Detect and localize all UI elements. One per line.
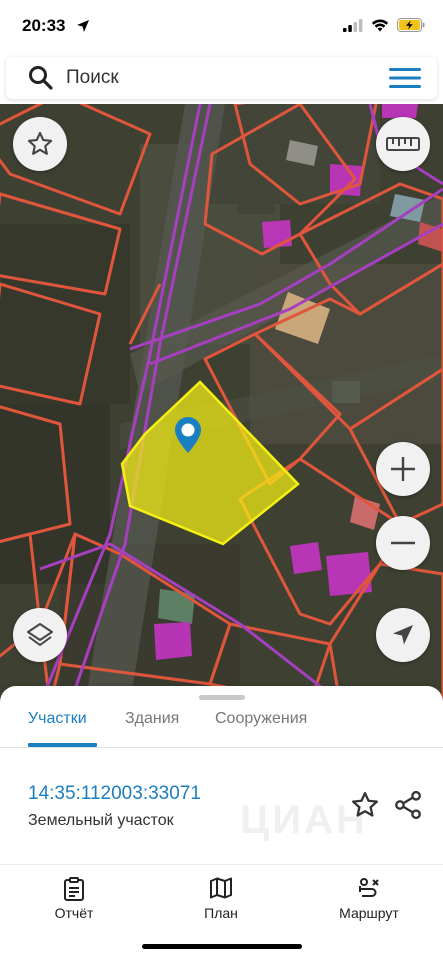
location-arrow-icon: [77, 20, 89, 32]
layers-icon: [27, 623, 53, 646]
location-pin-icon[interactable]: [175, 417, 201, 453]
route-icon: [359, 878, 379, 897]
nav-report-label: Отчёт: [54, 905, 94, 921]
my-location-button[interactable]: [376, 608, 430, 662]
favorites-button[interactable]: [13, 117, 67, 171]
satellite-map[interactable]: [0, 104, 443, 704]
menu-icon[interactable]: [389, 67, 421, 89]
plus-icon: [391, 457, 415, 481]
parcel-info-sheet[interactable]: Участки Здания Сооружения ЦИАН 14:35:112…: [0, 686, 443, 864]
tab-buildings[interactable]: Здания: [125, 710, 179, 728]
status-bar: 20:33: [0, 0, 443, 54]
minus-icon: [391, 541, 415, 545]
status-time: 20:33: [22, 16, 66, 35]
nav-plan[interactable]: План: [166, 877, 276, 921]
cadastral-number[interactable]: 14:35:112003:33071: [28, 783, 201, 805]
navigation-arrow-icon: [393, 625, 413, 645]
share-icon[interactable]: [393, 790, 423, 820]
ruler-button[interactable]: [376, 117, 430, 171]
search-icon: [29, 66, 53, 90]
star-icon: [27, 131, 53, 155]
active-tab-indicator: [28, 743, 97, 747]
status-indicators: [343, 18, 425, 32]
tab-parcels[interactable]: Участки: [28, 710, 87, 728]
search-input[interactable]: Поиск: [66, 67, 119, 89]
zoom-out-button[interactable]: [376, 516, 430, 570]
search-bar[interactable]: Поиск: [6, 57, 437, 99]
zoom-in-button[interactable]: [376, 442, 430, 496]
map-icon: [210, 877, 232, 899]
home-indicator[interactable]: [142, 944, 302, 949]
watermark: ЦИАН: [240, 798, 368, 842]
nav-route-label: Маршрут: [339, 905, 399, 921]
nav-report[interactable]: Отчёт: [19, 877, 129, 921]
signal-icon: [343, 18, 363, 32]
tab-structures[interactable]: Сооружения: [215, 710, 307, 728]
layers-button[interactable]: [13, 608, 67, 662]
wifi-icon: [371, 18, 389, 31]
star-icon[interactable]: [350, 790, 380, 820]
ruler-icon: [386, 137, 420, 151]
map-view[interactable]: [0, 104, 443, 704]
nav-route[interactable]: Маршрут: [314, 877, 424, 921]
parcel-type: Земельный участок: [28, 812, 174, 829]
nav-plan-label: План: [204, 905, 238, 921]
sheet-grabber[interactable]: [199, 695, 245, 700]
battery-charging-icon: [397, 18, 425, 32]
report-icon: [64, 877, 84, 901]
object-type-tabs: Участки Здания Сооружения: [0, 706, 443, 748]
